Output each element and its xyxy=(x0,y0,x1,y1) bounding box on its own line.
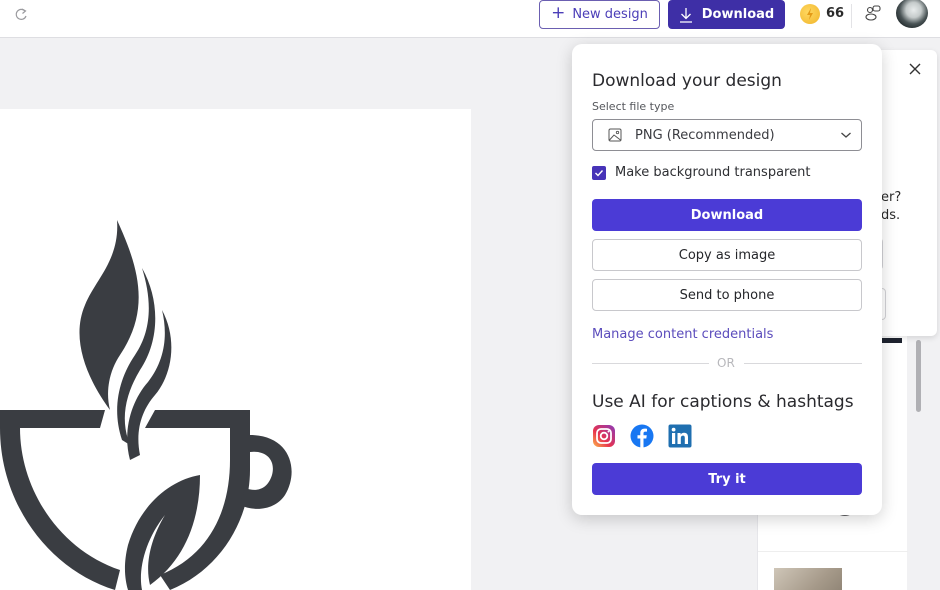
divider xyxy=(851,4,852,28)
copy-as-image-button[interactable]: Copy as image xyxy=(592,239,862,271)
download-icon xyxy=(679,7,692,23)
redo-icon[interactable] xyxy=(13,6,29,22)
template-photo-thumbnail[interactable] xyxy=(774,568,842,590)
manage-credentials-link[interactable]: Manage content credentials xyxy=(592,327,773,342)
divider xyxy=(592,363,709,364)
download-header-label: Download xyxy=(701,7,775,22)
linkedin-icon[interactable] xyxy=(668,424,692,448)
template-preview-strip xyxy=(880,338,902,343)
send-to-phone-button[interactable]: Send to phone xyxy=(592,279,862,311)
instagram-icon[interactable] xyxy=(592,424,616,448)
download-button[interactable]: Download xyxy=(592,199,862,231)
image-icon xyxy=(608,128,622,142)
divider xyxy=(744,363,862,364)
new-design-label: New design xyxy=(572,7,648,22)
transparent-background-label[interactable]: Make background transparent xyxy=(615,165,810,180)
file-type-label: Select file type xyxy=(592,100,675,113)
plus-icon: + xyxy=(551,3,566,23)
transparent-background-checkbox[interactable] xyxy=(592,166,606,180)
popup-partial-text: er? ds. xyxy=(881,190,902,223)
panel-scrollbar[interactable] xyxy=(916,340,921,412)
close-icon[interactable] xyxy=(908,62,922,76)
try-it-button[interactable]: Try it xyxy=(592,463,862,495)
new-design-button[interactable]: + New design xyxy=(539,0,660,29)
user-avatar[interactable] xyxy=(896,0,928,28)
panel-title: Download your design xyxy=(592,71,782,91)
lightning-coin-icon[interactable] xyxy=(800,4,820,24)
download-header-button[interactable]: Download xyxy=(668,0,785,29)
ai-captions-title: Use AI for captions & hashtags xyxy=(592,392,854,412)
credits-count: 66 xyxy=(826,6,845,21)
coffee-cup-logo xyxy=(0,220,292,590)
top-toolbar: + New design Download 66 xyxy=(0,0,940,38)
facebook-icon[interactable] xyxy=(630,424,654,448)
file-type-select[interactable]: PNG (Recommended) xyxy=(592,119,862,151)
download-panel: Download your design Select file type PN… xyxy=(572,44,882,515)
chevron-down-icon xyxy=(841,132,851,138)
shapes-icon[interactable] xyxy=(864,4,882,22)
or-label: OR xyxy=(717,356,735,370)
file-type-value: PNG (Recommended) xyxy=(635,127,775,143)
